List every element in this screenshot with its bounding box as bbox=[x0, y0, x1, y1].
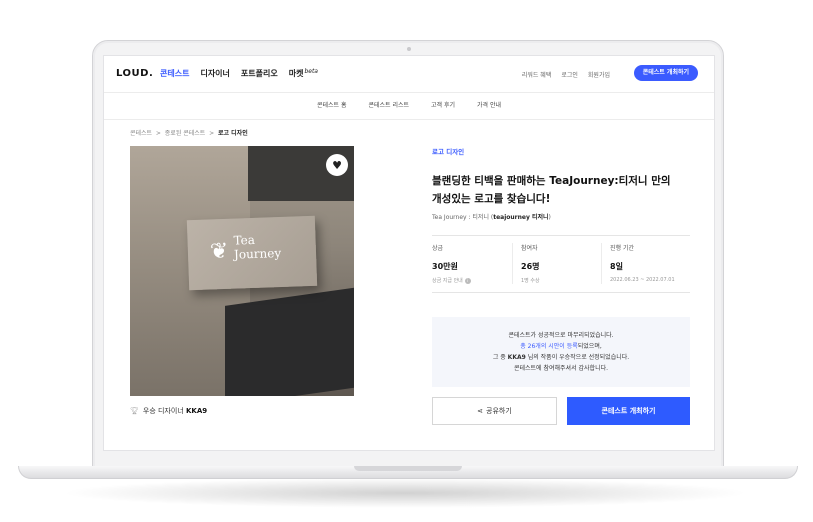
menu-market[interactable]: 마켓beta bbox=[289, 68, 318, 79]
result-notice: 콘테스트가 성공적으로 마무리되었습니다. 총 26개의 시안이 등록되었으며,… bbox=[432, 317, 690, 387]
contest-client: Tea Journey : 티저니 (teajourney 티저니) bbox=[432, 212, 690, 221]
stat-value: 8일 bbox=[610, 262, 623, 271]
share-icon: ⋖ bbox=[477, 407, 484, 415]
main-menu: 콘테스트 디자이너 포트폴리오 마켓beta bbox=[160, 68, 318, 79]
stat-label: 진행 기간 bbox=[610, 245, 634, 252]
notice-line3: 그 중 KKA9 님의 작품이 우승작으로 선정되었습니다. bbox=[493, 352, 629, 363]
notice-line4: 콘테스트에 참여해주셔서 감사합니다. bbox=[513, 365, 609, 372]
signup-link[interactable]: 회원가입 bbox=[588, 70, 610, 79]
menu-portfolio[interactable]: 포트폴리오 bbox=[241, 68, 278, 79]
notice-winner-name: KKA9 bbox=[507, 354, 526, 361]
notice-entries-link[interactable]: 총 26개의 시안이 등록 bbox=[520, 343, 578, 350]
action-buttons: ⋖ 공유하기 콘테스트 개최하기 bbox=[432, 397, 690, 425]
stat-label: 참여자 bbox=[521, 245, 538, 252]
stat-label: 상금 bbox=[432, 245, 444, 252]
client-suffix: ) bbox=[548, 214, 551, 221]
divider bbox=[432, 235, 690, 236]
prize-info-link[interactable]: 상금 지급 안내 i bbox=[432, 277, 512, 284]
client-prefix: Tea Journey : 티저니 ( bbox=[432, 214, 494, 221]
divider bbox=[432, 292, 690, 293]
breadcrumb-separator: > bbox=[209, 130, 215, 137]
winning-design-photo: ❦ Tea Journey ♥ bbox=[130, 146, 354, 396]
leaf-cup-icon: ❦ bbox=[209, 238, 229, 265]
subnav-reviews[interactable]: 고객 후기 bbox=[431, 93, 455, 119]
share-button[interactable]: ⋖ 공유하기 bbox=[432, 397, 557, 425]
notice-line2-rest: 되었으며, bbox=[577, 343, 602, 350]
stat-value: 30만원 bbox=[432, 262, 458, 271]
contest-title-line1: 블랜딩한 티백을 판매하는 TeaJourney:티저니 만의 bbox=[432, 175, 671, 187]
laptop-bezel: LOUD. 콘테스트 디자이너 포트폴리오 마켓beta 리워드 혜택 로그인 … bbox=[92, 40, 724, 470]
menu-contest[interactable]: 콘테스트 bbox=[160, 68, 189, 79]
brand-logo[interactable]: LOUD. bbox=[116, 68, 153, 79]
contest-details: 로고 디자인 블랜딩한 티백을 판매하는 TeaJourney:티저니 만의 개… bbox=[432, 146, 690, 425]
stat-note: 1명 수상 bbox=[521, 278, 540, 284]
contest-title-line2: 개성있는 로고를 찾습니다! bbox=[432, 193, 551, 205]
subnav-pricing[interactable]: 가격 안내 bbox=[477, 93, 501, 119]
stat-note: 상금 지급 안내 bbox=[432, 278, 463, 284]
notice-line3-prefix: 그 중 bbox=[492, 354, 508, 361]
winner-caption: 🏆︎ 우승 디자이너 KKA9 bbox=[130, 406, 207, 416]
camera-icon bbox=[407, 47, 411, 51]
stat-duration: 진행 기간 8일 2022.06.23 ~ 2022.07.01 bbox=[601, 243, 690, 284]
laptop-base bbox=[18, 466, 798, 479]
breadcrumb: 콘테스트 > 종료된 콘테스트 > 로고 디자인 bbox=[130, 128, 248, 137]
notice-line2: 총 26개의 시안이 등록되었으며, bbox=[520, 341, 602, 352]
contest-title: 블랜딩한 티백을 판매하는 TeaJourney:티저니 만의 개성있는 로고를… bbox=[432, 172, 690, 208]
sign-text: Tea Journey bbox=[233, 232, 281, 262]
heart-icon: ♥ bbox=[332, 158, 342, 172]
menu-designer[interactable]: 디자이너 bbox=[200, 68, 229, 79]
laptop-shadow bbox=[60, 478, 750, 508]
laptop-notch bbox=[354, 466, 462, 471]
info-icon: i bbox=[464, 278, 471, 284]
reward-link[interactable]: 리워드 혜택 bbox=[522, 70, 552, 79]
breadcrumb-separator: > bbox=[155, 130, 161, 137]
winner-label: 우승 디자이너 bbox=[142, 407, 184, 415]
stat-value: 26명 bbox=[521, 262, 540, 271]
share-button-label: 공유하기 bbox=[486, 407, 512, 415]
breadcrumb-current: 로고 디자인 bbox=[218, 130, 248, 137]
breadcrumb-contest[interactable]: 콘테스트 bbox=[130, 130, 152, 137]
subnav-contest-home[interactable]: 콘테스트 홈 bbox=[317, 93, 347, 119]
menu-market-label: 마켓 bbox=[288, 69, 304, 78]
stat-participants: 참여자 26명 1명 수상 bbox=[512, 243, 601, 284]
stat-prize: 상금 30만원 상금 지급 안내 i bbox=[432, 243, 512, 284]
like-heart-button[interactable]: ♥ bbox=[326, 154, 348, 176]
sign-line-journey: Journey bbox=[233, 245, 282, 262]
client-name[interactable]: teajourney 티저니 bbox=[493, 214, 548, 221]
browser-screen: LOUD. 콘테스트 디자이너 포트폴리오 마켓beta 리워드 혜택 로그인 … bbox=[103, 55, 715, 451]
contest-category: 로고 디자인 bbox=[432, 148, 465, 156]
notice-line3-rest: 님의 작품이 우승작으로 선정되었습니다. bbox=[525, 354, 630, 361]
winner-name[interactable]: KKA9 bbox=[186, 407, 207, 415]
sub-navigation: 콘테스트 홈 콘테스트 리스트 고객 후기 가격 안내 bbox=[104, 93, 714, 120]
breadcrumb-ended[interactable]: 종료된 콘테스트 bbox=[165, 130, 206, 137]
subnav-contest-list[interactable]: 콘테스트 리스트 bbox=[368, 93, 409, 119]
tea-journey-sign: ❦ Tea Journey bbox=[186, 215, 318, 291]
trophy-icon: 🏆︎ bbox=[130, 407, 139, 415]
notice-line1: 콘테스트가 성공적으로 마무리되었습니다. bbox=[508, 332, 614, 339]
contest-stats: 상금 30만원 상금 지급 안내 i 참여자 26명 1명 수상 진행 기간 8일… bbox=[432, 243, 690, 284]
photo-awning bbox=[225, 286, 354, 396]
stat-note: 2022.06.23 ~ 2022.07.01 bbox=[610, 277, 675, 283]
host-contest-button[interactable]: 콘테스트 개최하기 bbox=[567, 397, 690, 425]
account-links: 리워드 혜택 로그인 회원가입 bbox=[522, 70, 610, 79]
host-contest-top-button[interactable]: 콘테스트 개최하기 bbox=[633, 65, 698, 81]
beta-badge: beta bbox=[304, 68, 318, 75]
top-navigation: LOUD. 콘테스트 디자이너 포트폴리오 마켓beta 리워드 혜택 로그인 … bbox=[104, 56, 714, 93]
login-link[interactable]: 로그인 bbox=[561, 70, 578, 79]
